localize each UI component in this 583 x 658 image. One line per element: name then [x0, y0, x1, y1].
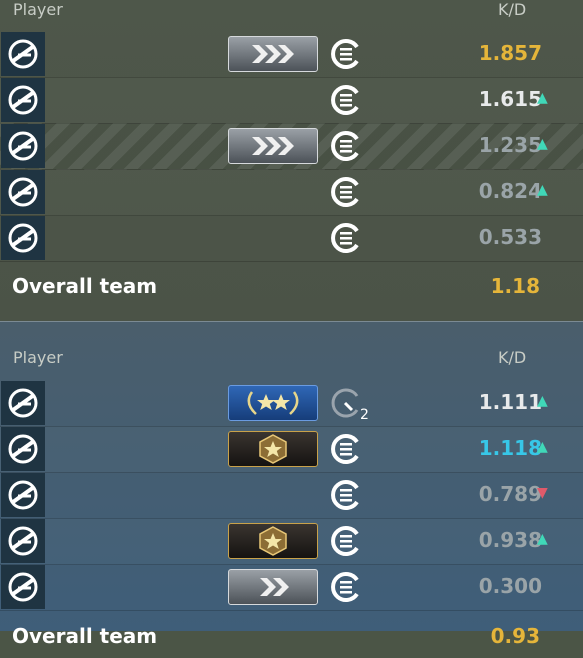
player-avatar-icon[interactable] [1, 381, 45, 425]
kd-value: 1.111 [478, 390, 542, 414]
player-avatar-icon[interactable] [1, 170, 45, 214]
rank-badge-icon [228, 569, 318, 605]
trend-up-icon: ▲ [537, 136, 548, 152]
overall-team-kd: 0.93 [490, 624, 540, 648]
kd-value: 0.533 [478, 225, 542, 249]
player-row[interactable]: 1.857 [0, 31, 583, 78]
overall-team-kd: 1.18 [490, 274, 540, 298]
player-avatar-icon[interactable] [1, 473, 45, 517]
team-2-overall: Overall team 0.93 [0, 612, 583, 658]
player-row[interactable]: 0.824 ▲ [0, 169, 583, 216]
trend-up-icon: ▲ [537, 531, 548, 547]
trend-up-icon: ▲ [537, 439, 548, 455]
timer-medal-icon: 2 [328, 386, 369, 423]
overall-team-label: Overall team [12, 624, 158, 648]
service-medal-icon [328, 129, 362, 163]
team-2-header: Player K/D [0, 342, 583, 372]
trend-up-icon: ▲ [537, 393, 548, 409]
team-1-header: Player K/D [0, 0, 583, 24]
kd-value: 1.118 [478, 436, 542, 460]
player-row[interactable]: 0.789 ▼ [0, 472, 583, 519]
kd-value: 1.615 [478, 87, 542, 111]
kd-value: 0.824 [478, 179, 542, 203]
service-medal-icon [328, 83, 362, 117]
rank-badge-icon [228, 523, 318, 559]
svg-text:2: 2 [360, 407, 369, 420]
player-row[interactable]: 0.533 [0, 215, 583, 262]
player-column-header: Player [13, 0, 63, 19]
player-avatar-icon[interactable] [1, 124, 45, 168]
rank-badge-icon [228, 385, 318, 421]
player-avatar-icon[interactable] [1, 519, 45, 563]
team-1-overall: Overall team 1.18 [0, 262, 583, 308]
service-medal-icon [328, 570, 362, 604]
kd-value: 1.235 [478, 133, 542, 157]
rank-badge-icon [228, 431, 318, 467]
player-avatar-icon[interactable] [1, 32, 45, 76]
service-medal-icon [328, 524, 362, 558]
player-row[interactable]: 0.938 ▲ [0, 518, 583, 565]
overall-team-label: Overall team [12, 274, 158, 298]
player-avatar-icon[interactable] [1, 78, 45, 122]
rank-badge-icon [228, 36, 318, 72]
trend-up-icon: ▲ [537, 90, 548, 106]
player-row[interactable]: 1.118 ▲ [0, 426, 583, 473]
player-row[interactable]: 2 1.111 ▲ [0, 380, 583, 427]
player-column-header: Player [13, 348, 63, 367]
service-medal-icon [328, 37, 362, 71]
kd-value: 0.938 [478, 528, 542, 552]
team-1-scoreboard: Player K/D 1.857 1.615 ▲ 1.235 ▲ 0.824 ▲… [0, 0, 583, 322]
trend-up-icon: ▲ [537, 182, 548, 198]
service-medal-icon [328, 175, 362, 209]
player-row[interactable]: 0.300 [0, 564, 583, 611]
service-medal-icon [328, 432, 362, 466]
rank-badge-icon [228, 128, 318, 164]
kd-value: 1.857 [478, 41, 542, 65]
kd-column-header: K/D [498, 348, 527, 367]
player-row[interactable]: 1.615 ▲ [0, 77, 583, 124]
team-2-scoreboard: Player K/D 2 1.111 ▲ 1.118 ▲ 0.789 ▼ 0.9… [0, 322, 583, 648]
kd-value: 0.300 [478, 574, 542, 598]
trend-down-icon: ▼ [537, 485, 548, 501]
player-avatar-icon[interactable] [1, 427, 45, 471]
service-medal-icon [328, 478, 362, 512]
kd-value: 0.789 [478, 482, 542, 506]
player-avatar-icon[interactable] [1, 565, 45, 609]
player-avatar-icon[interactable] [1, 216, 45, 260]
service-medal-icon [328, 221, 362, 255]
kd-column-header: K/D [498, 0, 527, 19]
player-row-highlighted[interactable]: 1.235 ▲ [0, 123, 583, 170]
